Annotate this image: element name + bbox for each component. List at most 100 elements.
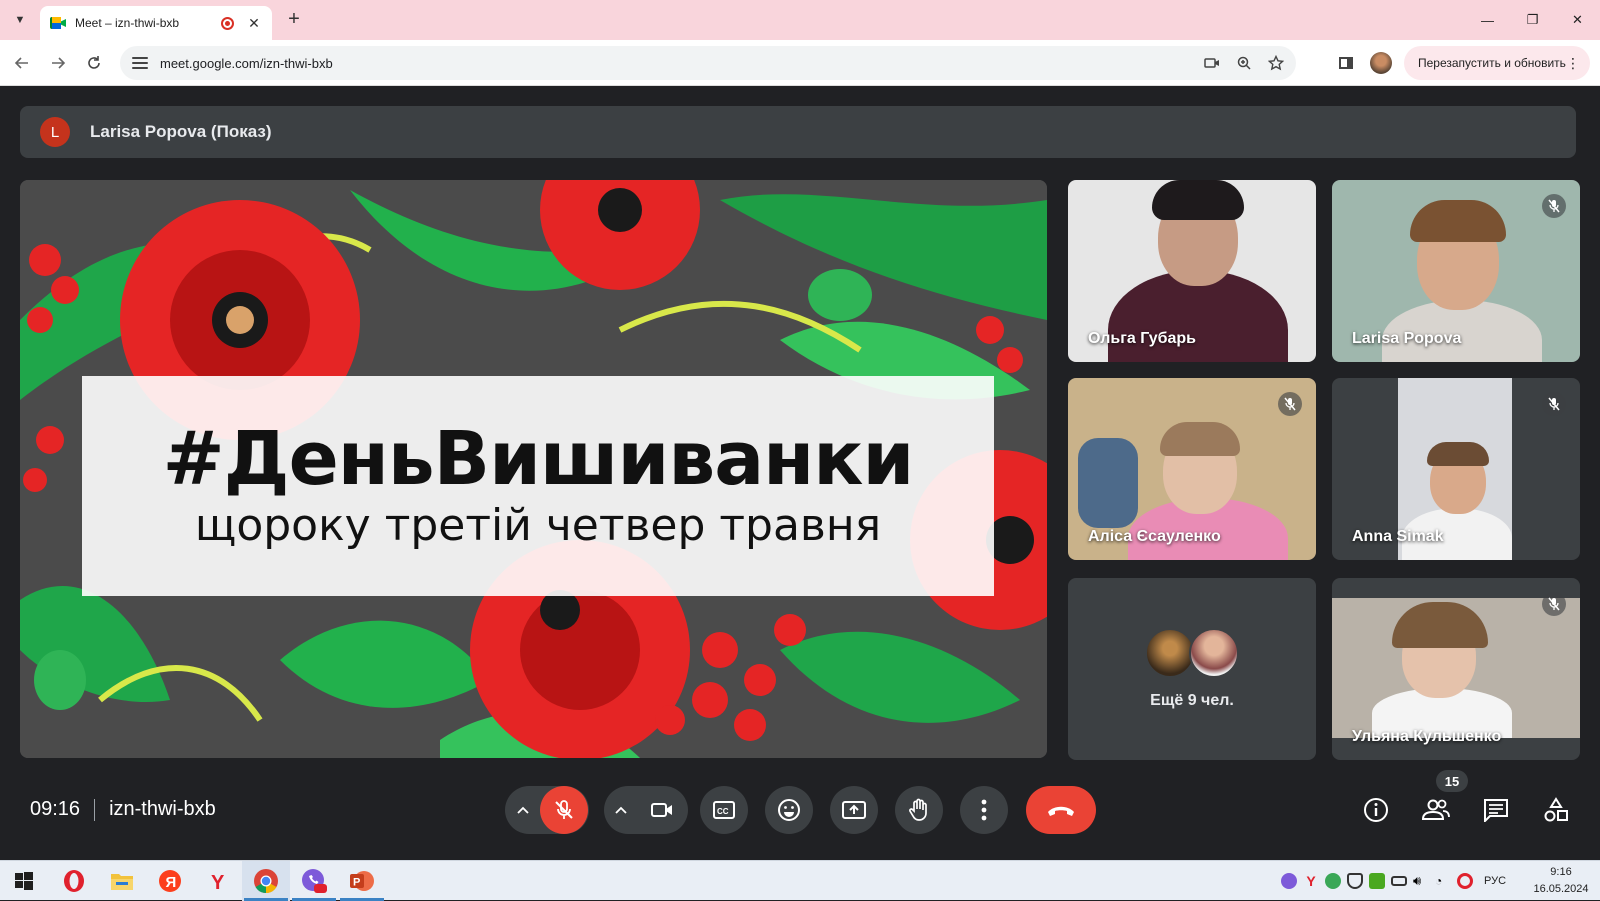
- people-icon: [1421, 799, 1450, 820]
- recording-indicator-icon: [221, 16, 234, 30]
- participant-avatar: [1145, 628, 1195, 678]
- powerpoint-icon[interactable]: P: [338, 861, 386, 901]
- participant-tile[interactable]: Larisa Popova: [1332, 180, 1580, 362]
- clock-date: 16.05.2024: [1533, 883, 1589, 895]
- participant-name: Anna Simak: [1352, 528, 1444, 545]
- participant-tile[interactable]: Аліса Єсауленко: [1068, 378, 1316, 560]
- microphone-toggle-button[interactable]: [540, 786, 588, 834]
- wifi-icon[interactable]: ◔: [1435, 873, 1451, 889]
- viber-tray-icon[interactable]: [1281, 873, 1297, 889]
- back-arrow-icon[interactable]: [10, 51, 34, 75]
- presenter-avatar: L: [40, 117, 70, 147]
- minimize-button[interactable]: —: [1465, 0, 1510, 40]
- opera-browser-icon[interactable]: [50, 861, 98, 901]
- profile-avatar[interactable]: [1370, 52, 1392, 74]
- activities-button[interactable]: [1532, 786, 1580, 834]
- taskbar-clock[interactable]: 9:16 16.05.2024: [1528, 864, 1594, 898]
- presenter-bar: L Larisa Popova (Показ): [20, 106, 1576, 158]
- url-text: meet.google.com/izn-thwi-bxb: [160, 55, 333, 71]
- chrome-browser-icon[interactable]: [242, 861, 290, 901]
- meeting-code: izn-thwi-bxb: [109, 798, 216, 820]
- battery-icon[interactable]: [1391, 876, 1407, 886]
- more-participants-tile[interactable]: Ещё 9 чел.: [1068, 578, 1316, 760]
- side-panel-icon[interactable]: [1334, 51, 1358, 75]
- zoom-icon[interactable]: [1232, 51, 1256, 75]
- participant-name: Ульяна Кульшенко: [1352, 728, 1502, 745]
- videocam-icon: [651, 803, 672, 817]
- chat-button[interactable]: [1472, 786, 1520, 834]
- presenter-label: Larisa Popova (Показ): [90, 122, 272, 141]
- more-vert-icon[interactable]: ⋮: [1566, 55, 1580, 72]
- mic-off-icon: [1278, 392, 1302, 416]
- shared-screen[interactable]: #ДеньВишиванки щороку третій четвер трав…: [20, 180, 1047, 758]
- system-tray: Y 🔊︎ ◔ РУС: [1278, 861, 1506, 901]
- more-participants-label: Ещё 9 чел.: [1150, 692, 1234, 709]
- opera-tray-icon[interactable]: [1457, 873, 1473, 889]
- address-bar[interactable]: meet.google.com/izn-thwi-bxb: [120, 46, 1296, 80]
- present-screen-button[interactable]: [830, 786, 878, 834]
- relaunch-update-button[interactable]: Перезапустить и обновить ⋮: [1404, 46, 1590, 80]
- forward-arrow-icon[interactable]: [46, 51, 70, 75]
- people-button[interactable]: [1412, 786, 1460, 834]
- site-settings-icon[interactable]: [132, 56, 148, 70]
- tab-search-chevron-icon[interactable]: ▼: [8, 8, 32, 32]
- nvidia-tray-icon[interactable]: [1369, 873, 1385, 889]
- file-explorer-icon[interactable]: [98, 861, 146, 901]
- windows-start-icon[interactable]: [0, 861, 48, 901]
- mic-off-icon: [555, 800, 573, 819]
- new-tab-button[interactable]: +: [282, 8, 306, 32]
- windows-taskbar: Я Y P Y 🔊︎ ◔ РУС 9:16 16.05.2024: [0, 860, 1600, 901]
- meeting-details: 09:16 izn-thwi-bxb: [30, 798, 216, 821]
- volume-icon[interactable]: 🔊︎: [1413, 873, 1429, 889]
- more-options-button[interactable]: [960, 786, 1008, 834]
- tab-close-icon[interactable]: ✕: [246, 15, 262, 32]
- maximize-button[interactable]: ❐: [1510, 0, 1555, 40]
- close-window-button[interactable]: ✕: [1555, 0, 1600, 40]
- camera-toggle-button[interactable]: [638, 786, 686, 834]
- yandex-icon[interactable]: Y: [194, 861, 242, 901]
- more-vert-icon: [981, 799, 987, 821]
- participant-name: Larisa Popova: [1352, 330, 1462, 347]
- reload-icon[interactable]: [82, 51, 106, 75]
- yandex-browser-icon[interactable]: Я: [146, 861, 194, 901]
- participant-tile[interactable]: Ольга Губарь: [1068, 180, 1316, 362]
- leave-call-button[interactable]: [1026, 786, 1096, 834]
- raise-hand-button[interactable]: [895, 786, 943, 834]
- relaunch-label: Перезапустить и обновить: [1418, 56, 1566, 70]
- participant-tile[interactable]: Ульяна Кульшенко: [1332, 578, 1580, 760]
- participant-name: Аліса Єсауленко: [1088, 528, 1221, 545]
- input-language[interactable]: РУС: [1484, 875, 1506, 887]
- participant-avatar: [1189, 628, 1239, 678]
- video-options-chevron-icon[interactable]: [606, 786, 636, 834]
- app-tray-icon[interactable]: [1325, 873, 1341, 889]
- bookmark-star-icon[interactable]: [1264, 51, 1288, 75]
- google-meet-favicon-icon: [50, 15, 66, 31]
- participant-name: Ольга Губарь: [1088, 330, 1196, 347]
- security-shield-icon[interactable]: [1347, 873, 1363, 889]
- mic-off-icon: [1542, 592, 1566, 616]
- camera-in-use-icon[interactable]: [1200, 51, 1224, 75]
- participant-tile[interactable]: Anna Simak: [1332, 378, 1580, 560]
- browser-toolbar: meet.google.com/izn-thwi-bxb: [0, 40, 1600, 86]
- svg-text:CC: CC: [717, 807, 729, 816]
- slide-title: #ДеньВишиванки: [162, 415, 915, 502]
- info-icon: [1364, 798, 1388, 822]
- svg-text:Я: Я: [166, 874, 177, 891]
- mic-off-icon: [1542, 194, 1566, 218]
- svg-text:Y: Y: [211, 872, 225, 892]
- activities-shapes-icon: [1544, 797, 1568, 822]
- viber-icon[interactable]: [290, 861, 338, 901]
- yandex-tray-icon[interactable]: Y: [1303, 873, 1319, 889]
- audio-options-chevron-icon[interactable]: [508, 786, 538, 834]
- emoji-icon: [778, 799, 800, 821]
- meeting-details-button[interactable]: [1352, 786, 1400, 834]
- browser-tab-meet[interactable]: Meet – izn-thwi-bxb ✕: [40, 6, 272, 40]
- shared-slide-banner: #ДеньВишиванки щороку третій четвер трав…: [82, 376, 994, 596]
- tab-title: Meet – izn-thwi-bxb: [75, 16, 180, 30]
- mic-off-icon: [1542, 392, 1566, 416]
- captions-button[interactable]: CC: [700, 786, 748, 834]
- svg-text:P: P: [353, 877, 360, 889]
- hand-icon: [909, 798, 927, 821]
- chat-icon: [1484, 799, 1508, 822]
- reactions-button[interactable]: [765, 786, 813, 834]
